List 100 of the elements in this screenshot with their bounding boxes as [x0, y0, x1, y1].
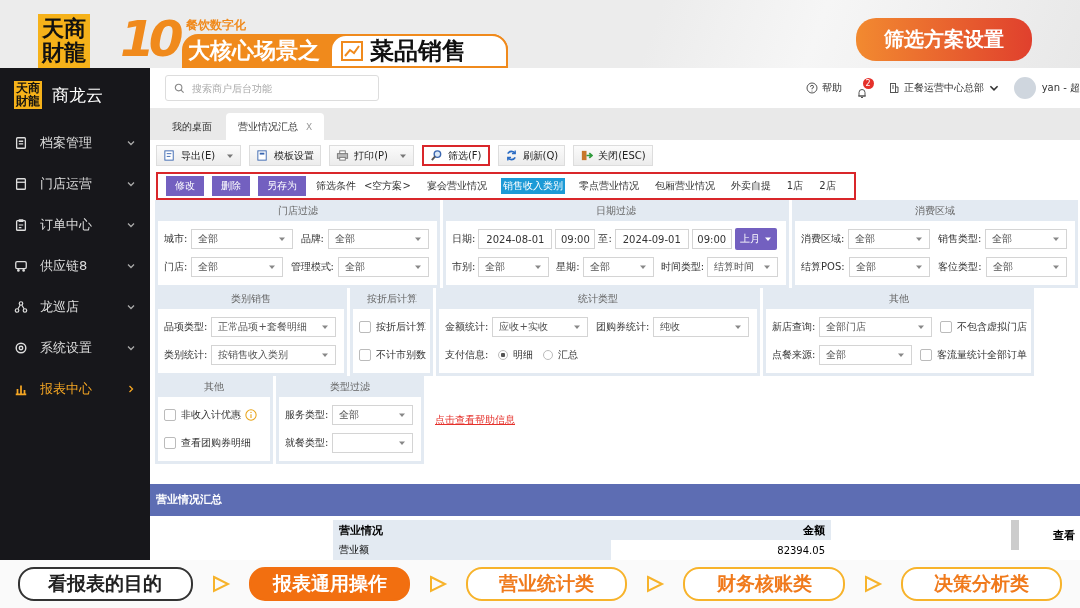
checkbox[interactable]: 查看团购券明细: [164, 436, 251, 450]
scheme-option[interactable]: 外卖自提: [728, 178, 773, 194]
scheme-option[interactable]: <空方案>: [362, 178, 413, 194]
table-cell-text: 82394.05: [776, 544, 826, 556]
dropdown[interactable]: 结算时间: [707, 257, 778, 277]
period-dropdown-button[interactable]: 上月: [734, 228, 777, 250]
checkbox-box[interactable]: [359, 321, 371, 333]
sidebar-item[interactable]: 系统设置: [0, 327, 150, 368]
building-icon: [887, 82, 900, 94]
checkbox-box[interactable]: [164, 437, 176, 449]
search-field[interactable]: 搜索商户后台功能: [165, 75, 379, 101]
panel-title: 其他: [158, 376, 270, 397]
dropdown[interactable]: [332, 433, 413, 453]
panel-title: 门店过滤: [158, 200, 437, 221]
input-field[interactable]: 09:00: [555, 229, 596, 249]
dropdown[interactable]: 纯收: [653, 317, 749, 337]
dropdown[interactable]: 全部门店: [819, 317, 932, 337]
step-pill: 报表通用操作: [248, 567, 411, 601]
settings-icon: [14, 340, 28, 355]
radio-button[interactable]: 明细: [498, 348, 534, 362]
radio-circle[interactable]: [543, 350, 554, 360]
sidebar-item[interactable]: 供应链8: [0, 245, 150, 286]
scheme-option[interactable]: 宴会营业情况: [424, 178, 489, 194]
checkbox[interactable]: 按折后计算: [359, 320, 426, 334]
dropdown[interactable]: 全部: [327, 229, 429, 249]
help-link[interactable]: 点击查看帮助信息: [435, 413, 515, 427]
dropdown[interactable]: 全部: [478, 257, 550, 277]
scheme-action-button[interactable]: 修改: [166, 176, 204, 196]
dropdown[interactable]: 正常品项+套餐明细: [211, 317, 336, 337]
caret-icon: [534, 263, 543, 271]
printer-icon: [336, 149, 350, 162]
dropdown[interactable]: 应收+实收: [492, 317, 588, 337]
tab[interactable]: 营业情况汇总 X: [226, 113, 325, 140]
input-field[interactable]: 09:00: [691, 229, 732, 249]
panel-title: 类型过滤: [279, 376, 421, 397]
checkbox[interactable]: 客流量统计全部订单: [920, 348, 1027, 362]
user-name[interactable]: yan - 超: [1041, 81, 1080, 95]
sidebar-item[interactable]: 报表中心: [0, 368, 150, 409]
checkbox[interactable]: 不计市别数: [359, 348, 426, 362]
sidebar-item[interactable]: 门店运营: [0, 163, 150, 204]
checkbox-box[interactable]: [164, 409, 176, 421]
bell-icon: [855, 86, 868, 99]
help-icon: [805, 82, 818, 94]
dropdown[interactable]: 全部: [848, 257, 931, 277]
dropdown[interactable]: 全部: [332, 405, 413, 425]
field-label: 点餐来源:: [772, 348, 816, 362]
input-field[interactable]: 2024-08-01: [478, 229, 553, 249]
scheme-option[interactable]: 包厢营业情况: [652, 178, 717, 194]
checkbox-box[interactable]: [920, 349, 932, 361]
dropdown[interactable]: 全部: [191, 229, 293, 249]
toolbar-button[interactable]: 刷新(Q): [497, 145, 566, 166]
field-label: 市别:: [452, 260, 476, 274]
caret-icon: [917, 323, 925, 331]
dropdown[interactable]: 全部: [191, 257, 283, 277]
checkbox[interactable]: 非收入计优惠: [164, 408, 241, 422]
door-icon: [14, 176, 28, 191]
sidebar-item[interactable]: 龙巡店: [0, 286, 150, 327]
toolbar-button[interactable]: 筛选(F): [421, 145, 490, 166]
scrollbar[interactable]: [1011, 520, 1019, 550]
scheme-option[interactable]: 2店: [817, 178, 838, 194]
radio-button[interactable]: 汇总: [543, 348, 579, 362]
arrow-icon: [645, 574, 666, 594]
dropdown[interactable]: 全部: [985, 229, 1067, 249]
dropdown[interactable]: 全部: [848, 229, 930, 249]
toolbar-button[interactable]: 打印(P): [329, 145, 414, 166]
checkbox-box[interactable]: [359, 349, 371, 361]
dropdown[interactable]: 全部: [985, 257, 1067, 277]
tab[interactable]: 我的桌面: [160, 113, 224, 140]
view-link[interactable]: 查看: [1053, 528, 1075, 543]
toolbar-button[interactable]: 模板设置: [249, 145, 322, 166]
field-label: 日期:: [452, 232, 476, 246]
scheme-option[interactable]: 1店: [784, 178, 806, 194]
toolbar-button[interactable]: 导出(E): [156, 145, 242, 166]
scheme-action-button[interactable]: 删除: [212, 176, 250, 196]
banner-number: 10: [120, 14, 178, 68]
field-label: 就餐类型:: [285, 436, 329, 450]
scheme-action-button[interactable]: 另存为: [258, 176, 306, 196]
notification-bell[interactable]: 2: [855, 77, 874, 99]
exit-door-icon: [580, 149, 594, 162]
banner-subtitle: 餐饮数字化: [185, 17, 247, 34]
sidebar-item[interactable]: 档案管理: [0, 122, 150, 163]
dropdown[interactable]: 全部: [337, 257, 429, 277]
organization-dropdown[interactable]: 正餐运营中心总部: [887, 81, 1000, 95]
caret-icon: [398, 411, 406, 419]
avatar[interactable]: [1013, 77, 1036, 99]
toolbar-button[interactable]: 关闭(ESC): [573, 145, 653, 166]
truck-icon: [14, 258, 28, 273]
chevron-icon: [126, 383, 136, 394]
dropdown[interactable]: 全部: [819, 345, 912, 365]
checkbox[interactable]: 不包含虚拟门店: [940, 320, 1027, 334]
checkbox-box[interactable]: [940, 321, 952, 333]
dropdown[interactable]: 按销售收入类别: [211, 345, 336, 365]
input-field[interactable]: 2024-09-01: [614, 229, 689, 249]
help-button[interactable]: 帮助: [805, 81, 842, 95]
scheme-option[interactable]: 零点营业情况: [576, 178, 641, 194]
column-header: 营业情况: [338, 522, 384, 538]
sidebar-item[interactable]: 订单中心: [0, 204, 150, 245]
radio-circle[interactable]: [498, 350, 509, 360]
dropdown[interactable]: 全部: [582, 257, 654, 277]
caret-icon: [1052, 263, 1060, 271]
